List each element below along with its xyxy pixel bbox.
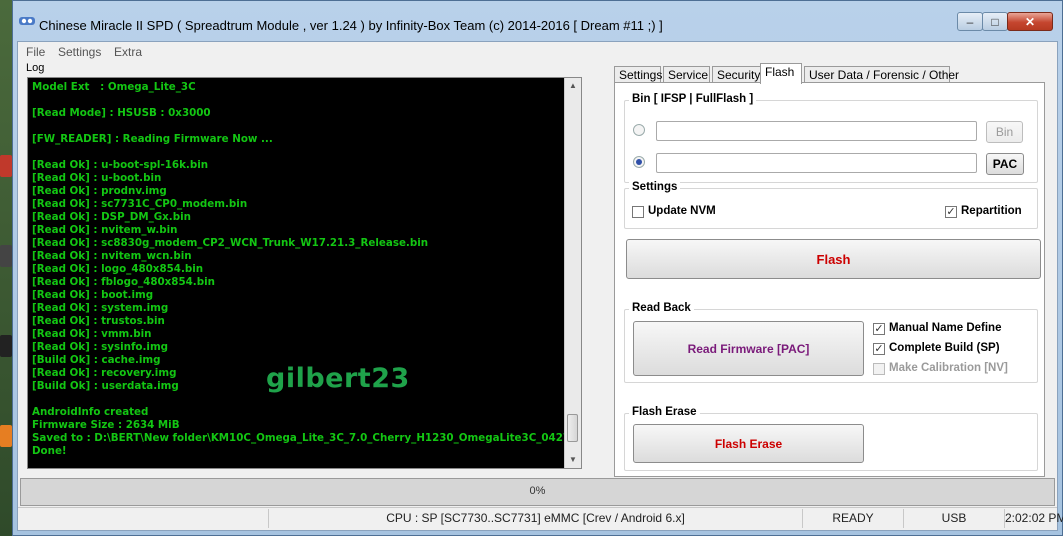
pac-button[interactable]: PAC <box>986 153 1024 175</box>
log-scrollbar[interactable]: ▲ ▼ <box>564 78 581 468</box>
read-firmware-button[interactable]: Read Firmware [PAC] <box>633 321 864 376</box>
manual-name-label: Manual Name Define <box>889 322 1002 334</box>
flash-panel: Bin [ IFSP | FullFlash ] Bin PAC Setting… <box>614 82 1045 477</box>
settings-group-title: Settings <box>629 181 681 193</box>
read-back-group: Read Back Read Firmware [PAC] ✓ Manual N… <box>624 302 1038 383</box>
client-area: File Settings Extra Log Model Ext : Omeg… <box>17 41 1063 531</box>
update-nvm-checkbox[interactable] <box>632 206 644 218</box>
bin-path-field[interactable] <box>656 121 977 141</box>
bin-button[interactable]: Bin <box>986 121 1023 143</box>
bin-group: Bin [ IFSP | FullFlash ] Bin PAC <box>624 93 1038 183</box>
window-title: Chinese Miracle II SPD ( Spreadtrum Modu… <box>39 18 663 33</box>
log-line: [Read Ok] : vmm.bin <box>32 328 152 340</box>
close-icon: ✕ <box>1024 14 1036 29</box>
status-connection: USB <box>904 509 1005 528</box>
read-back-title: Read Back <box>629 302 694 314</box>
log-line: [Read Ok] : sc7731C_CP0_modem.bin <box>32 198 248 210</box>
log-line: [Read Ok] : DSP_DM_Gx.bin <box>32 211 191 223</box>
log-line: Saved to : D:\BERT\New folder\KM10C_Omeg… <box>32 432 578 444</box>
menu-bar: File Settings Extra <box>18 42 1057 61</box>
flash-erase-title: Flash Erase <box>629 406 700 418</box>
tab-flash[interactable]: Flash <box>760 63 802 84</box>
menu-settings[interactable]: Settings <box>58 45 101 59</box>
minimize-button[interactable]: – <box>957 12 983 31</box>
log-line: Firmware Size : 2634 MiB <box>32 419 180 431</box>
tab-security[interactable]: Security <box>712 66 762 83</box>
settings-group: Settings Update NVM ✓ Repartition <box>624 181 1038 229</box>
make-calibration-checkbox[interactable] <box>873 363 885 375</box>
tab-user-data[interactable]: User Data / Forensic / Other <box>804 66 959 83</box>
scroll-up-icon[interactable]: ▲ <box>565 78 581 94</box>
log-output[interactable]: Model Ext : Omega_Lite_3C [Read Mode] : H… <box>27 77 582 469</box>
log-line: [Read Ok] : sc8830g_modem_CP2_WCN_Trunk_… <box>32 237 429 249</box>
menu-extra[interactable]: Extra <box>114 45 142 59</box>
manual-name-checkbox[interactable]: ✓ <box>873 323 885 335</box>
tab-service[interactable]: Service <box>663 66 710 83</box>
log-line: [Read Ok] : fblogo_480x854.bin <box>32 276 215 288</box>
close-button[interactable]: ✕ <box>1007 12 1053 31</box>
watermark-text: gilbert23 <box>266 363 410 394</box>
scroll-down-icon[interactable]: ▼ <box>565 452 581 468</box>
log-line: AndroidInfo created <box>32 406 149 418</box>
maximize-button[interactable]: □ <box>982 12 1008 31</box>
minimize-icon: – <box>966 14 974 29</box>
log-line: [Read Ok] : logo_480x854.bin <box>32 263 204 275</box>
menu-file[interactable]: File <box>26 45 45 59</box>
log-label: Log <box>26 62 45 74</box>
tab-settings[interactable]: Settings <box>614 66 662 83</box>
repartition-checkbox[interactable]: ✓ <box>945 206 957 218</box>
maximize-icon: □ <box>991 14 999 29</box>
flash-erase-button[interactable]: Flash Erase <box>633 424 864 463</box>
log-line: [Read Ok] : nvitem_wcn.bin <box>32 250 192 262</box>
make-calibration-label: Make Calibration [NV] <box>889 362 1008 374</box>
log-line: Model Ext : Omega_Lite_3C <box>32 81 196 93</box>
desktop-icon[interactable] <box>0 155 12 177</box>
bin-radio[interactable] <box>633 124 645 136</box>
log-line: [FW_READER] : Reading Firmware Now ... <box>32 133 273 145</box>
title-bar[interactable]: Chinese Miracle II SPD ( Spreadtrum Modu… <box>13 1 1062 39</box>
repartition-label: Repartition <box>961 205 1022 217</box>
desktop-icon[interactable] <box>0 335 12 357</box>
log-line: [Read Ok] : nvitem_w.bin <box>32 224 178 236</box>
bin-group-title: Bin [ IFSP | FullFlash ] <box>629 93 757 105</box>
progress-label: 0% <box>529 485 546 497</box>
flash-button[interactable]: Flash <box>626 239 1041 279</box>
update-nvm-label: Update NVM <box>648 205 716 217</box>
flash-erase-group: Flash Erase Flash Erase <box>624 406 1038 471</box>
log-line: [Read Ok] : boot.img <box>32 289 154 301</box>
complete-build-label: Complete Build (SP) <box>889 342 1000 354</box>
app-icon <box>19 17 35 25</box>
pac-path-field[interactable] <box>656 153 977 173</box>
status-bar: CPU : SP [SC7730..SC7731] eMMC [Crev / A… <box>18 507 1063 530</box>
log-line: [Read Ok] : system.img <box>32 302 169 314</box>
app-window: Chinese Miracle II SPD ( Spreadtrum Modu… <box>12 0 1063 536</box>
log-line: [Read Ok] : sysinfo.img <box>32 341 169 353</box>
log-line: Done! <box>32 445 67 457</box>
log-lines: Model Ext : Omega_Lite_3C [Read Mode] : H… <box>32 81 578 458</box>
desktop-icon[interactable] <box>0 245 12 267</box>
status-cpu: CPU : SP [SC7730..SC7731] eMMC [Crev / A… <box>269 509 803 528</box>
log-line: [Read Ok] : trustos.bin <box>32 315 165 327</box>
log-line: [Read Ok] : u-boot-spl-16k.bin <box>32 159 209 171</box>
pac-radio[interactable] <box>633 156 645 168</box>
complete-build-checkbox[interactable]: ✓ <box>873 343 885 355</box>
progress-bar: 0% <box>20 478 1055 506</box>
status-empty <box>18 509 269 528</box>
desktop-icon[interactable] <box>0 425 12 447</box>
scroll-thumb[interactable] <box>567 414 578 442</box>
status-time: 2:02:02 PM <box>1005 511 1063 525</box>
log-line: [Read Ok] : prodnv.img <box>32 185 167 197</box>
log-line: [Read Ok] : u-boot.bin <box>32 172 162 184</box>
log-line: [Read Mode] : HSUSB : 0x3000 <box>32 107 211 119</box>
status-state: READY <box>803 509 904 528</box>
